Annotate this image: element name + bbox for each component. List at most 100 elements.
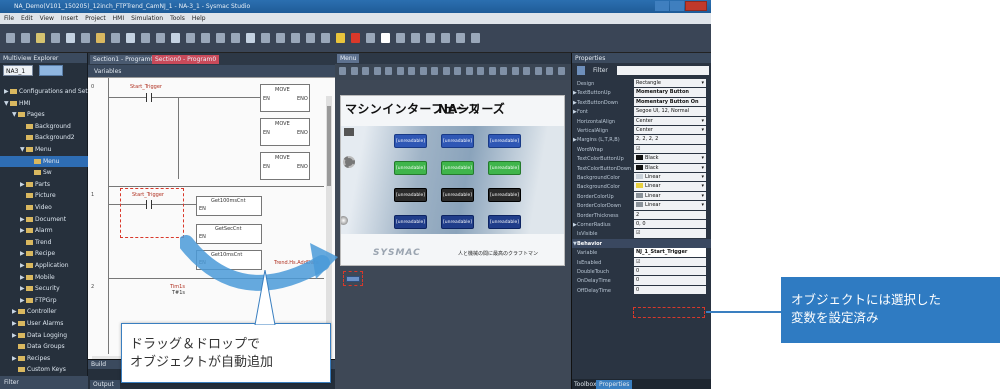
tree-item[interactable]: Picture [0,190,88,201]
property-value-field[interactable]: Center ▾ [634,116,706,125]
chevron-down-icon[interactable]: ▾ [701,183,704,189]
vertical-scrollbar[interactable] [326,96,332,358]
chevron-down-icon[interactable]: ▾ [701,118,704,124]
property-value-field[interactable]: 0, 0 [634,220,706,229]
tree-item[interactable]: ▶ User Alarms [0,318,88,329]
page-toolbar-icon[interactable] [442,67,450,75]
tree-item[interactable]: ▶ Mobile [0,272,88,283]
property-value-field[interactable]: Momentary Button On [634,97,706,107]
menu-item-6[interactable]: Simulation [131,15,163,22]
toolbar-button-icon[interactable] [351,33,360,43]
tree-item[interactable]: Background2 [0,132,88,143]
toolbar-button-icon[interactable] [156,33,165,43]
tree-item[interactable]: Sw [0,167,88,178]
property-value-field[interactable]: Momentary Button [634,88,706,97]
toolbar-button-icon[interactable] [366,33,375,43]
toolbar-button-icon[interactable] [81,33,90,43]
chevron-down-icon[interactable]: ▾ [701,127,704,133]
hmi-menu-button[interactable]: [unreadable] [488,188,521,202]
chevron-down-icon[interactable]: ▾ [701,155,704,161]
property-value-field[interactable]: 0 [634,267,706,276]
property-value-field[interactable]: ☑ [634,144,706,154]
toolbar-button-icon[interactable] [381,33,390,43]
filter-bar[interactable]: Filter [0,376,88,389]
page-toolbar-icon[interactable] [350,67,358,75]
properties-filter-input[interactable] [617,66,709,75]
tree-item[interactable]: Menu [0,155,88,167]
hmi-menu-button[interactable]: [unreadable] [394,134,427,148]
hmi-page[interactable]: マシンインターフェース NAシリーズ [unreadable] [unreadab… [340,95,565,266]
tree-item[interactable]: ▶ Parts [0,179,88,190]
function-block-move[interactable]: MOVE EN ENO [260,152,310,180]
page-toolbar-icon[interactable] [408,67,415,75]
menu-item-2[interactable]: View [40,15,54,22]
button-object[interactable] [346,276,360,282]
contact-symbol[interactable] [146,93,152,102]
tree-item[interactable]: Data Groups [0,341,88,352]
tree-item[interactable]: Trend [0,237,88,248]
toolbar-button-icon[interactable] [411,33,420,43]
toolbar-button-icon[interactable] [246,33,255,43]
tree-item[interactable]: ▶ Recipes [0,353,88,364]
menu-item-4[interactable]: Project [85,15,106,22]
toolbar-button-icon[interactable] [276,33,285,43]
tab-section1[interactable]: Section1 - Program0 [90,55,158,64]
hmi-menu-button[interactable]: [unreadable] [488,215,521,229]
page-toolbar-icon[interactable] [477,67,484,75]
tab-output[interactable]: Output [90,380,120,389]
chevron-down-icon[interactable]: ▾ [701,193,704,199]
minimize-button[interactable] [655,1,669,11]
toolbar-button-icon[interactable] [111,33,120,43]
property-value-field[interactable]: Center ▾ [634,126,706,135]
menu-item-5[interactable]: HMI [113,15,124,22]
property-value-field[interactable]: ☑ [634,257,706,266]
tree-item[interactable]: ▶ Alarm [0,225,88,236]
toolbar-button-icon[interactable] [231,33,240,43]
page-toolbar-icon[interactable] [419,67,427,75]
function-block-get100mscnt[interactable]: Get100msCnt EN [196,196,262,216]
tree-item[interactable]: ▶ Document [0,214,88,225]
property-value-field[interactable]: Linear ▾ [634,182,706,191]
hmi-menu-button[interactable]: [unreadable] [394,161,427,175]
tab-menu[interactable]: Menu [337,54,360,63]
toolbar-button-icon[interactable] [396,33,405,43]
chevron-down-icon[interactable]: ▾ [701,202,704,208]
menu-item-3[interactable]: Insert [61,15,78,22]
menu-item-0[interactable]: File [4,15,14,22]
toolbar-button-icon[interactable] [291,33,300,43]
tree-item[interactable]: ▼ Menu [0,144,88,155]
property-value-field[interactable]: Black ▾ [634,154,706,163]
toolbar-button-icon[interactable] [321,33,330,43]
page-toolbar-icon[interactable] [339,67,346,75]
toolbar-button-icon[interactable] [306,33,315,43]
page-toolbar-icon[interactable] [488,67,496,75]
dropped-button-object[interactable] [343,271,363,286]
property-value-field[interactable]: Linear ▾ [634,173,706,182]
page-toolbar-icon[interactable] [385,67,392,75]
hmi-menu-button[interactable]: [unreadable] [394,215,427,229]
chevron-down-icon[interactable]: ▾ [701,165,704,171]
toolbar-button-icon[interactable] [171,33,180,43]
property-value-field[interactable]: 2 [634,210,706,219]
page-toolbar-icon[interactable] [373,67,381,75]
property-value-field[interactable]: Linear ▾ [634,191,706,201]
tree-item[interactable]: ▼ Pages [0,109,88,120]
tree-item[interactable]: Video [0,202,88,213]
sort-icon[interactable] [577,66,585,75]
property-value-field[interactable]: 0 [634,276,706,285]
toolbar-button-icon[interactable] [6,33,15,43]
page-toolbar-icon[interactable] [431,67,438,75]
toolbar-button-icon[interactable] [261,33,270,43]
page-toolbar-icon[interactable] [362,67,369,75]
tab-toolbox[interactable]: Toolbox [574,381,597,388]
property-value-field[interactable]: 0 [634,285,706,295]
toolbar-button-icon[interactable] [216,33,225,43]
toolbar-button-icon[interactable] [471,33,480,43]
toolbar-button-icon[interactable] [456,33,465,43]
property-value-field[interactable]: Black ▾ [634,163,706,172]
property-value-field[interactable]: NJ_1_Start_Trigger [634,248,706,257]
device-icon[interactable] [39,65,63,76]
chevron-down-icon[interactable]: ▾ [701,174,704,180]
menu-item-1[interactable]: Edit [21,15,33,22]
maximize-button[interactable] [670,1,684,11]
